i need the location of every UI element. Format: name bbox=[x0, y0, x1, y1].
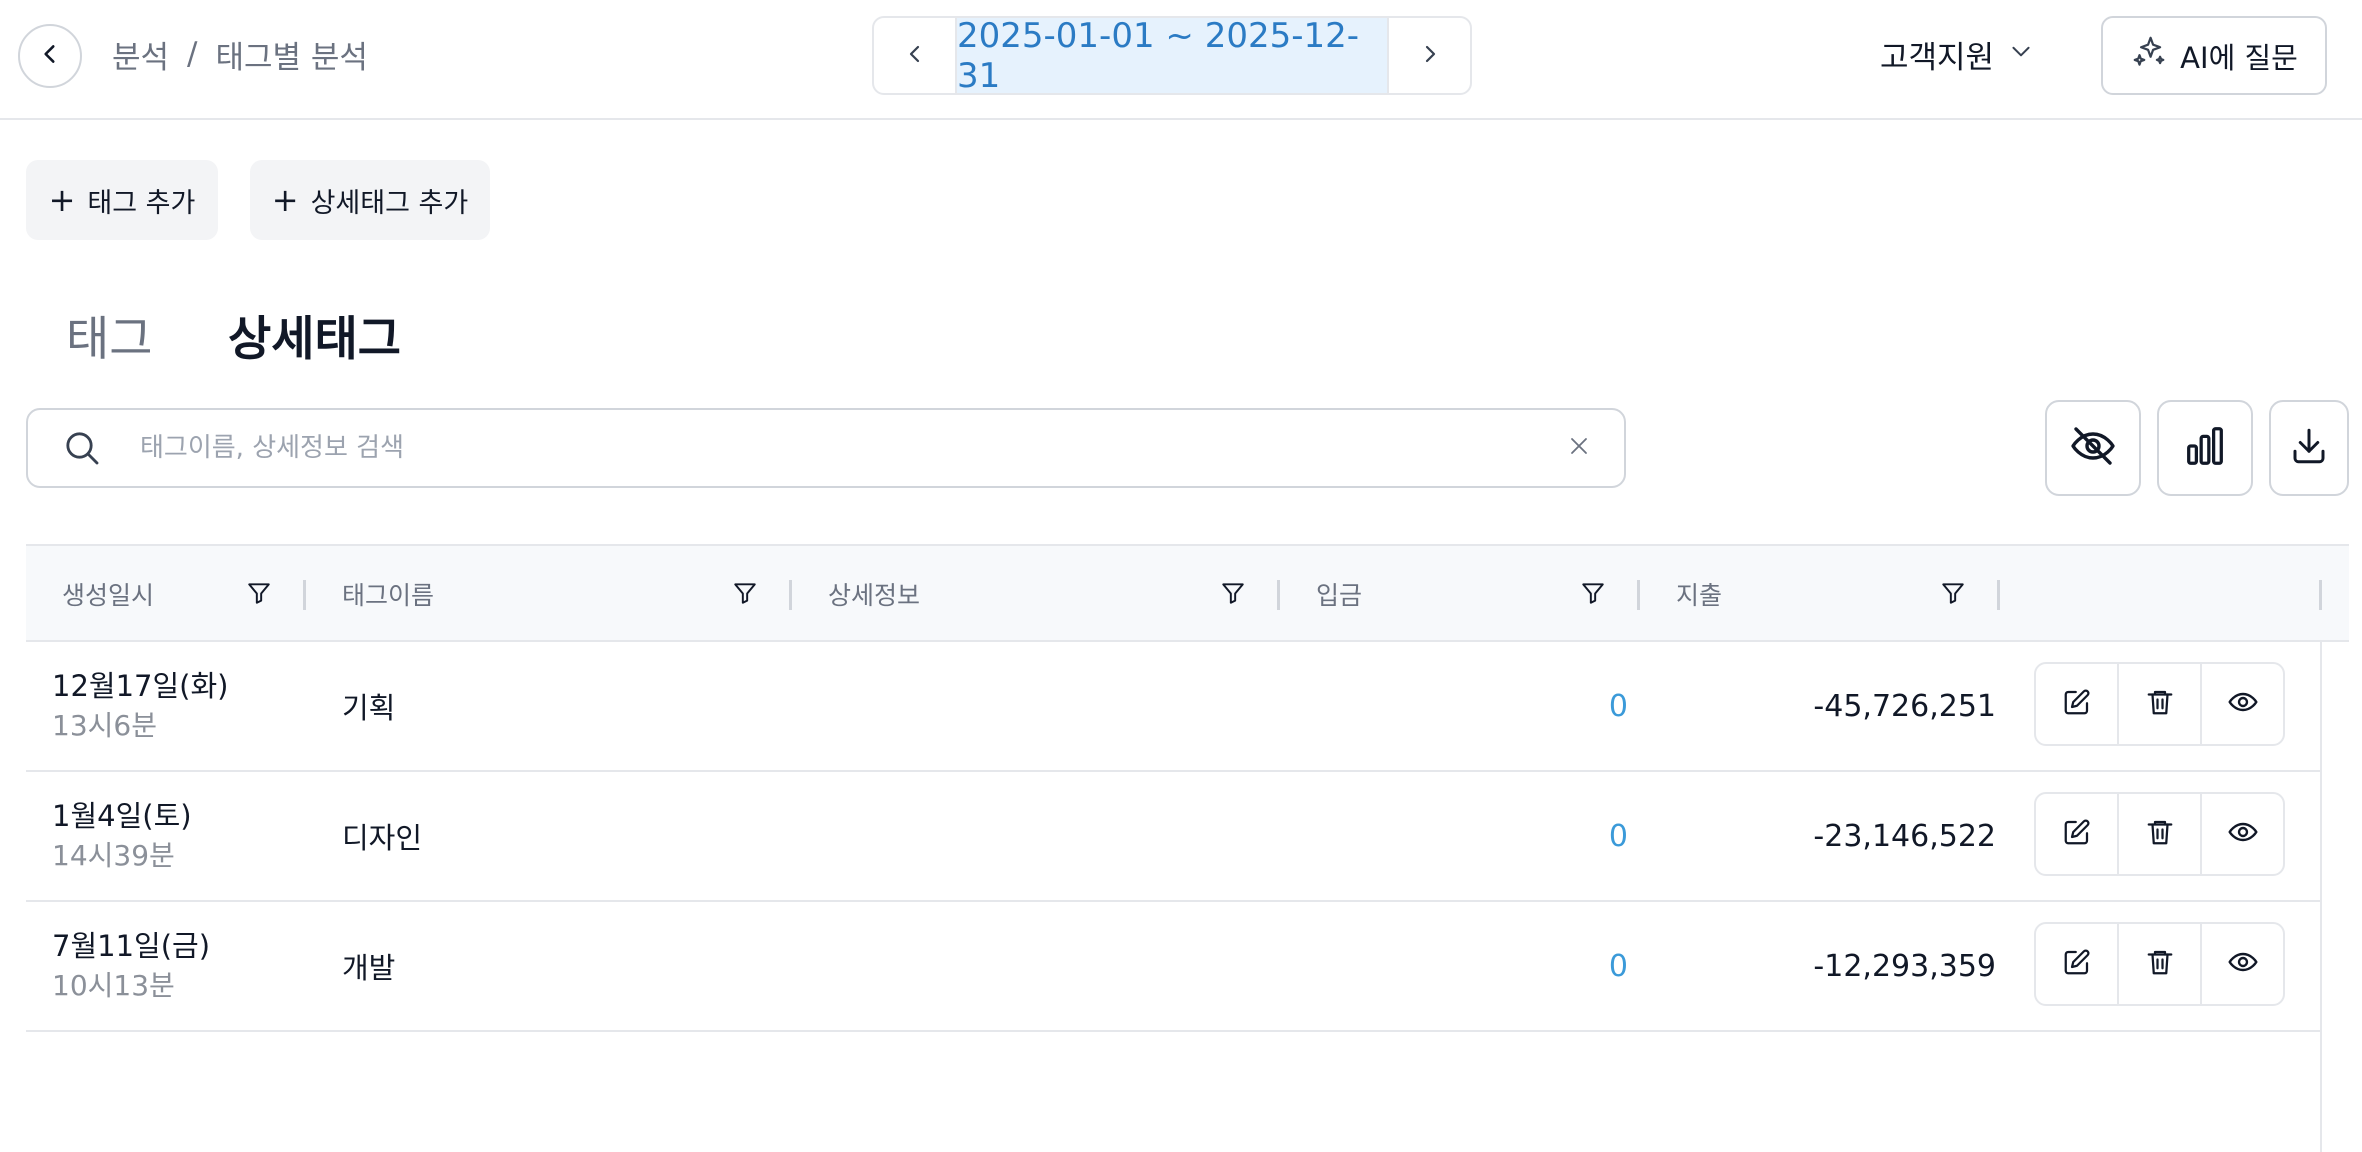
support-menu-label: 고객지원 bbox=[1880, 39, 1995, 76]
view-button[interactable] bbox=[2200, 794, 2283, 874]
column-label: 생성일시 bbox=[62, 581, 155, 610]
column-header-created: 생성일시 bbox=[26, 546, 306, 642]
toggle-visibility-button[interactable] bbox=[2045, 400, 2141, 496]
ask-ai-button[interactable]: AI에 질문 bbox=[2101, 16, 2327, 95]
filter-icon[interactable] bbox=[1220, 580, 1246, 612]
search-icon bbox=[62, 428, 118, 468]
eye-off-icon bbox=[2069, 422, 2117, 474]
tab-detail-tag[interactable]: 상세태그 bbox=[228, 302, 401, 367]
edit-button[interactable] bbox=[2036, 664, 2117, 744]
tag-name-cell: 디자인 bbox=[342, 821, 423, 855]
trash-icon bbox=[2145, 687, 2175, 721]
column-divider[interactable] bbox=[2319, 580, 2322, 610]
deposit-cell: 0 bbox=[1608, 948, 1628, 984]
sparkles-icon bbox=[2130, 33, 2168, 78]
prev-period-button[interactable] bbox=[874, 18, 955, 93]
edit-button[interactable] bbox=[2036, 794, 2117, 874]
table-row[interactable]: 12월17일(화) 13시6분 기획 0 -45,726,251 bbox=[26, 642, 2320, 772]
trash-icon bbox=[2145, 947, 2175, 981]
row-actions bbox=[2034, 792, 2285, 876]
add-detail-tag-button[interactable]: + 상세태그 추가 bbox=[250, 160, 490, 240]
search-box bbox=[26, 408, 1626, 488]
chevron-down-icon bbox=[2008, 36, 2034, 72]
trash-icon bbox=[2145, 817, 2175, 851]
tag-name-cell: 기획 bbox=[342, 691, 396, 725]
plus-icon: + bbox=[48, 181, 76, 219]
filter-icon[interactable] bbox=[1580, 580, 1606, 612]
breadcrumb: 분석 / 태그별 분석 bbox=[112, 30, 368, 78]
chevron-left-icon bbox=[37, 41, 63, 71]
edit-button[interactable] bbox=[2036, 924, 2117, 1004]
eye-icon bbox=[2227, 946, 2259, 982]
chevron-left-icon bbox=[903, 42, 927, 70]
breadcrumb-item-analysis[interactable]: 분석 bbox=[112, 32, 169, 77]
column-header-expense: 지출 bbox=[1640, 546, 2000, 642]
column-header-detail: 상세정보 bbox=[792, 546, 1280, 642]
row-actions bbox=[2034, 662, 2285, 746]
download-button[interactable] bbox=[2269, 400, 2349, 496]
back-button[interactable] bbox=[18, 24, 82, 88]
column-label: 상세정보 bbox=[828, 581, 921, 610]
support-menu[interactable]: 고객지원 bbox=[1880, 28, 2034, 80]
created-date: 12월17일(화) bbox=[52, 669, 229, 703]
plus-icon: + bbox=[271, 181, 299, 219]
top-bar: 분석 / 태그별 분석 2025-01-01 ~ 2025-12-31 고객지원… bbox=[0, 0, 2362, 120]
breadcrumb-item-tag-analysis: 태그별 분석 bbox=[215, 39, 368, 76]
filter-icon[interactable] bbox=[732, 580, 758, 612]
created-cell: 12월17일(화) 13시6분 bbox=[52, 642, 228, 770]
download-icon bbox=[2288, 425, 2330, 471]
view-button[interactable] bbox=[2200, 664, 2283, 744]
created-date: 1월4일(토) bbox=[52, 799, 192, 833]
created-time: 10시13분 bbox=[52, 969, 175, 1002]
close-icon bbox=[1567, 434, 1591, 462]
chevron-right-icon bbox=[1418, 42, 1442, 70]
edit-icon bbox=[2062, 687, 2092, 721]
column-header-tag-name: 태그이름 bbox=[306, 546, 792, 642]
ask-ai-label: AI에 질문 bbox=[2180, 40, 2298, 75]
deposit-cell: 0 bbox=[1608, 688, 1628, 724]
column-header-deposit: 입금 bbox=[1280, 546, 1640, 642]
column-label: 입금 bbox=[1316, 581, 1363, 610]
expense-cell: -45,726,251 bbox=[1813, 688, 1996, 724]
delete-button[interactable] bbox=[2117, 794, 2200, 874]
filter-icon[interactable] bbox=[1940, 580, 1966, 612]
table-scrollbar[interactable] bbox=[2320, 642, 2349, 1152]
date-range-display[interactable]: 2025-01-01 ~ 2025-12-31 bbox=[955, 18, 1389, 93]
table-header: 생성일시 태그이름 상세정보 입금 지출 bbox=[26, 544, 2349, 642]
breadcrumb-separator: / bbox=[187, 36, 198, 72]
edit-icon bbox=[2062, 817, 2092, 851]
add-tag-button[interactable]: + 태그 추가 bbox=[26, 160, 218, 240]
edit-icon bbox=[2062, 947, 2092, 981]
created-cell: 1월4일(토) 14시39분 bbox=[52, 772, 192, 900]
clear-search-button[interactable] bbox=[1554, 434, 1604, 462]
column-header-actions bbox=[2000, 546, 2322, 642]
created-time: 14시39분 bbox=[52, 839, 175, 872]
tag-name-cell: 개발 bbox=[342, 951, 396, 985]
chart-view-button[interactable] bbox=[2157, 400, 2253, 496]
date-range-navigator: 2025-01-01 ~ 2025-12-31 bbox=[872, 16, 1472, 95]
add-tag-label: 태그 추가 bbox=[87, 187, 196, 219]
delete-button[interactable] bbox=[2117, 664, 2200, 744]
add-detail-tag-label: 상세태그 추가 bbox=[310, 187, 469, 219]
next-period-button[interactable] bbox=[1389, 18, 1470, 93]
created-cell: 7월11일(금) 10시13분 bbox=[52, 902, 210, 1030]
tab-tag[interactable]: 태그 bbox=[66, 302, 152, 367]
created-date: 7월11일(금) bbox=[52, 929, 211, 963]
column-label: 태그이름 bbox=[342, 581, 435, 610]
expense-cell: -23,146,522 bbox=[1813, 818, 1996, 854]
table-row[interactable]: 1월4일(토) 14시39분 디자인 0 -23,146,522 bbox=[26, 772, 2320, 902]
eye-icon bbox=[2227, 816, 2259, 852]
delete-button[interactable] bbox=[2117, 924, 2200, 1004]
deposit-cell: 0 bbox=[1608, 818, 1628, 854]
table-row[interactable]: 7월11일(금) 10시13분 개발 0 -12,293,359 bbox=[26, 902, 2320, 1032]
filter-icon[interactable] bbox=[246, 580, 272, 612]
view-button[interactable] bbox=[2200, 924, 2283, 1004]
search-input[interactable] bbox=[118, 410, 1554, 486]
row-actions bbox=[2034, 922, 2285, 1006]
eye-icon bbox=[2227, 686, 2259, 722]
column-label: 지출 bbox=[1676, 581, 1723, 610]
created-time: 13시6분 bbox=[52, 709, 157, 742]
bar-chart-icon bbox=[2182, 423, 2228, 473]
expense-cell: -12,293,359 bbox=[1813, 948, 1996, 984]
